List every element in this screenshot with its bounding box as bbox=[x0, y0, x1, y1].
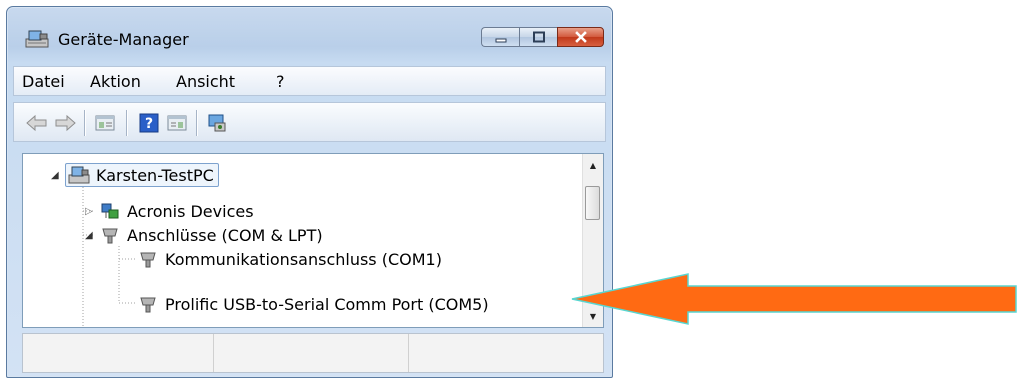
tree-root-label: Karsten-TestPC bbox=[96, 165, 214, 185]
annotation-arrow bbox=[571, 273, 1017, 325]
toolbar-separator bbox=[126, 110, 127, 136]
close-icon bbox=[574, 28, 588, 47]
port-icon bbox=[99, 224, 121, 246]
menu-bar: Datei Aktion Ansicht ? bbox=[13, 66, 606, 96]
menu-ansicht[interactable]: Ansicht bbox=[176, 72, 235, 91]
tree-root[interactable]: ◢ Karsten-TestPC bbox=[51, 163, 219, 187]
tree-item-anschluesse[interactable]: ◢ Anschlüsse (COM & LPT) bbox=[85, 223, 323, 247]
menu-datei[interactable]: Datei bbox=[22, 72, 65, 91]
maximize-button[interactable] bbox=[519, 27, 557, 47]
minimize-button[interactable] bbox=[481, 27, 519, 47]
menu-aktion[interactable]: Aktion bbox=[90, 72, 141, 91]
status-pane bbox=[213, 334, 409, 372]
device-manager-window: Geräte-Manager Datei Aktion Ansicht ? ? … bbox=[6, 6, 613, 378]
computer-icon bbox=[68, 164, 90, 186]
forward-button[interactable] bbox=[54, 112, 76, 134]
window-title: Geräte-Manager bbox=[58, 30, 189, 49]
properties-icon bbox=[95, 115, 115, 131]
close-button[interactable] bbox=[557, 27, 604, 47]
view-icon bbox=[167, 115, 187, 131]
maximize-icon bbox=[532, 28, 546, 47]
collapse-icon[interactable]: ◢ bbox=[85, 230, 99, 241]
minimize-icon bbox=[494, 28, 508, 47]
view-button[interactable] bbox=[166, 112, 188, 134]
network-device-icon bbox=[99, 200, 121, 222]
scrollbar-thumb[interactable] bbox=[585, 186, 600, 220]
svg-text:?: ? bbox=[145, 116, 153, 132]
tree-item-label: Anschlüsse (COM & LPT) bbox=[127, 225, 323, 245]
port-icon bbox=[137, 293, 159, 315]
scan-hardware-button[interactable] bbox=[206, 112, 228, 134]
port-icon bbox=[137, 248, 159, 270]
forward-arrow-icon bbox=[55, 114, 76, 132]
scroll-up-icon[interactable]: ▲ bbox=[583, 156, 603, 174]
tree-item-label: Prolific USB-to-Serial Comm Port (COM5) bbox=[165, 294, 489, 314]
toolbar-separator bbox=[196, 110, 197, 136]
tree-item-label: Kommunikationsanschluss (COM1) bbox=[165, 249, 442, 269]
scan-hardware-icon bbox=[208, 114, 226, 132]
back-button[interactable] bbox=[26, 112, 48, 134]
device-tree[interactable]: ◢ Karsten-TestPC ▷ Acronis Devices ◢ Ans… bbox=[22, 153, 604, 328]
back-arrow-icon bbox=[26, 114, 47, 132]
menu-help[interactable]: ? bbox=[276, 72, 285, 91]
properties-button[interactable] bbox=[94, 112, 116, 134]
status-pane bbox=[23, 334, 214, 372]
tree-item-com1[interactable]: Kommunikationsanschluss (COM1) bbox=[137, 247, 442, 271]
tree-item-acronis[interactable]: ▷ Acronis Devices bbox=[85, 199, 254, 223]
toolbar-separator bbox=[84, 110, 85, 136]
device-manager-icon bbox=[25, 29, 49, 49]
expand-icon[interactable]: ▷ bbox=[85, 206, 99, 217]
toolbar: ? bbox=[13, 102, 606, 142]
collapse-icon[interactable]: ◢ bbox=[51, 170, 65, 181]
tree-item-com5[interactable]: Prolific USB-to-Serial Comm Port (COM5) bbox=[137, 292, 489, 316]
title-bar[interactable]: Geräte-Manager bbox=[7, 7, 612, 57]
tree-item-label: Acronis Devices bbox=[127, 201, 254, 221]
status-bar bbox=[22, 333, 604, 373]
help-icon: ? bbox=[139, 113, 159, 133]
help-button[interactable]: ? bbox=[138, 112, 160, 134]
